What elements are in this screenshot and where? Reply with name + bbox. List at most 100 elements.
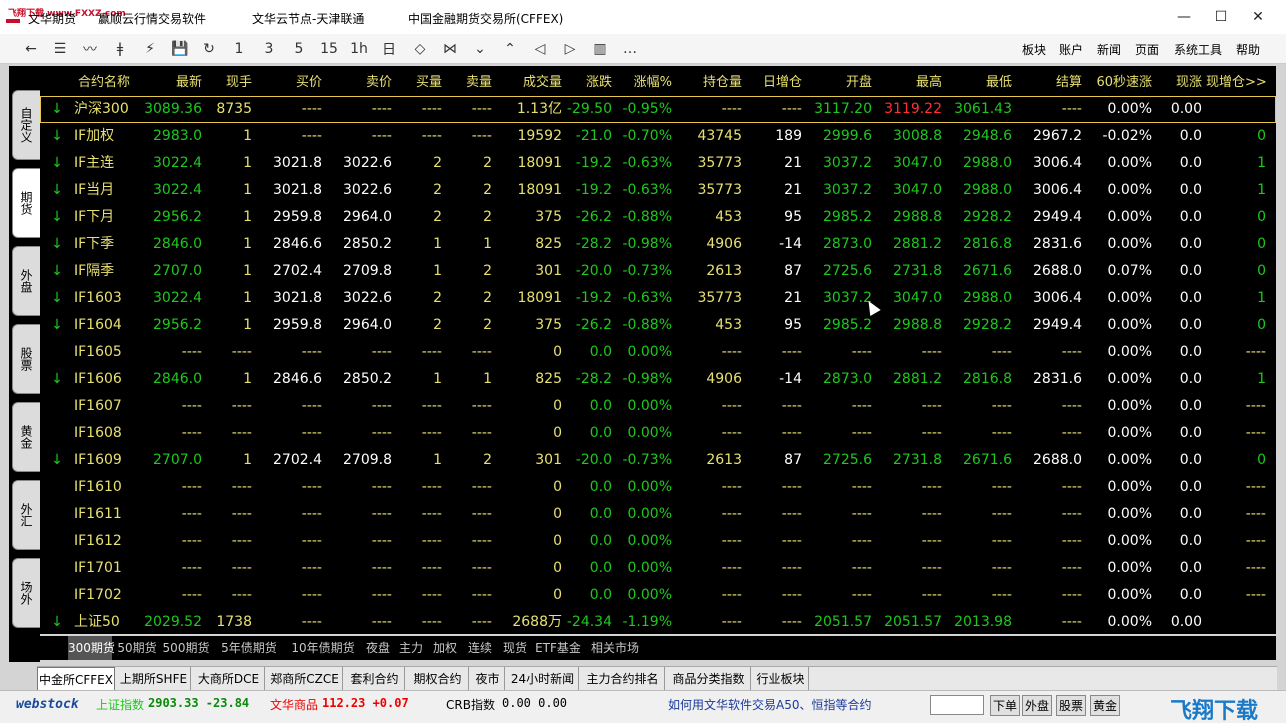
table-row[interactable]: ↓ IF1603 3022.4 1 3021.8 3022.6 2 2 18091 -19.2 -0… <box>40 285 1276 312</box>
foreign-button[interactable]: 外盘 <box>1022 695 1053 716</box>
sidetab-forex[interactable]: 外汇 <box>12 480 40 550</box>
col-header[interactable]: 买量 <box>396 69 442 96</box>
col-header[interactable]: 最低 <box>944 69 1012 96</box>
exchange-tab[interactable]: 主力合约排名 <box>581 667 665 691</box>
menu-tools[interactable]: 系统工具 <box>1174 41 1222 58</box>
period-3-button[interactable]: 3 <box>257 38 281 60</box>
col-header[interactable]: 60秒速涨 <box>1084 69 1152 96</box>
minimize-button[interactable]: — <box>1166 0 1202 34</box>
stock-button[interactable]: 股票 <box>1056 695 1087 716</box>
period-5-button[interactable]: 5 <box>287 38 311 60</box>
sidetab-stocks[interactable]: 股票 <box>12 324 40 394</box>
contract-tab[interactable]: 现货 <box>500 636 530 660</box>
arrow-right-icon[interactable]: ▷ <box>558 38 582 60</box>
quick-input[interactable] <box>930 695 984 715</box>
contract-tab[interactable]: 夜盘 <box>362 636 394 660</box>
contract-name[interactable]: IF加权 <box>74 123 130 150</box>
col-header[interactable]: 最高 <box>874 69 942 96</box>
arrow-left-icon[interactable]: ◁ <box>528 38 552 60</box>
period-1-button[interactable]: 1 <box>227 38 251 60</box>
exchange-tab[interactable]: 大商所DCE <box>193 667 265 691</box>
line-chart-icon[interactable]: 〰 <box>78 38 102 60</box>
exchange-tab[interactable]: 商品分类指数 <box>667 667 751 691</box>
zoom-in-icon[interactable]: ◇ <box>408 38 432 60</box>
contract-name[interactable]: 沪深300 <box>74 96 130 123</box>
menu-account[interactable]: 账户 <box>1059 41 1083 58</box>
contract-tab[interactable]: 500期货 <box>162 636 210 660</box>
contract-tab[interactable]: 10年债期货 <box>288 636 358 660</box>
menu-news[interactable]: 新闻 <box>1097 41 1121 58</box>
flash-order-icon[interactable]: ⚡ <box>138 38 162 60</box>
contract-tab[interactable]: 连续 <box>464 636 496 660</box>
table-row[interactable]: ↓ IF当月 3022.4 1 3021.8 3022.6 2 2 18091 -19.2 -0.6… <box>40 177 1276 204</box>
contract-name[interactable]: IF下月 <box>74 204 130 231</box>
more-icon[interactable]: … <box>618 38 642 60</box>
table-row[interactable]: IF1608 ---- ---- ---- ---- ---- ---- 0 0.0 0.00% -… <box>40 420 1276 447</box>
kline-icon[interactable]: ǂ <box>108 38 132 60</box>
exchange-tab[interactable]: 24小时新闻 <box>507 667 579 691</box>
table-row[interactable]: ↓ IF加权 2983.0 1 ---- ---- ---- ---- 19592 -21.0 -0… <box>40 123 1276 150</box>
news-ticker[interactable]: 如何用文华软件交易A50、恒指等合约 <box>668 696 871 713</box>
contract-name[interactable]: IF1611 <box>74 501 130 528</box>
contract-name[interactable]: IF主连 <box>74 150 130 177</box>
contract-name[interactable]: IF1609 <box>74 447 130 474</box>
sidetab-futures[interactable]: 期货 <box>12 168 40 238</box>
col-header[interactable]: 开盘 <box>804 69 872 96</box>
period-15-button[interactable]: 15 <box>317 38 341 60</box>
table-row[interactable]: IF1610 ---- ---- ---- ---- ---- ---- 0 0.0 0.00% -… <box>40 474 1276 501</box>
sidetab-otc[interactable]: 场外 <box>12 558 40 628</box>
table-row[interactable]: IF1701 ---- ---- ---- ---- ---- ---- 0 0.0 0.00% -… <box>40 555 1276 582</box>
contract-name[interactable]: IF1603 <box>74 285 130 312</box>
sidetab-foreign[interactable]: 外盘 <box>12 246 40 316</box>
col-header[interactable]: 买价 <box>254 69 322 96</box>
exchange-tab[interactable]: 套利合约 <box>345 667 405 691</box>
table-row[interactable]: IF1702 ---- ---- ---- ---- ---- ---- 0 0.0 0.00% -… <box>40 582 1276 609</box>
exchange-tab[interactable]: 中金所CFFEX <box>37 667 115 691</box>
contract-tab[interactable]: 5年债期货 <box>214 636 284 660</box>
contract-tab[interactable]: 加权 <box>430 636 460 660</box>
col-header[interactable]: 涨幅% <box>614 69 672 96</box>
contract-tab[interactable]: 主力 <box>396 636 426 660</box>
table-row[interactable]: IF1605 ---- ---- ---- ---- ---- ---- 0 0.0 0.00% -… <box>40 339 1276 366</box>
sidetab-custom[interactable]: 自定义 <box>12 90 40 160</box>
table-row[interactable]: ↓ IF主连 3022.4 1 3021.8 3022.6 2 2 18091 -19.2 -0.6… <box>40 150 1276 177</box>
table-row[interactable]: ↓ 沪深300 3089.36 8735 ---- ---- ---- ---- 1.13亿 -2… <box>40 96 1276 123</box>
contract-name[interactable]: IF1605 <box>74 339 130 366</box>
order-button[interactable]: 下单 <box>990 695 1021 716</box>
col-header[interactable]: 日增仓 <box>744 69 802 96</box>
table-row[interactable]: ↓ IF1609 2707.0 1 2702.4 2709.8 1 2 301 -20.0 -0.7… <box>40 447 1276 474</box>
contract-name[interactable]: IF1702 <box>74 582 130 609</box>
contract-name[interactable]: IF1604 <box>74 312 130 339</box>
back-icon[interactable]: ← <box>19 38 43 60</box>
refresh-icon[interactable]: ↻ <box>197 38 221 60</box>
col-header[interactable]: 持仓量 <box>674 69 742 96</box>
contract-name[interactable]: IF当月 <box>74 177 130 204</box>
col-header[interactable]: 现增仓>> <box>1206 69 1267 96</box>
period-1h-button[interactable]: 1h <box>347 38 371 60</box>
save-icon[interactable]: 💾 <box>168 38 192 60</box>
col-header[interactable]: 现手 <box>204 69 252 96</box>
contract-name[interactable]: 上证50 <box>74 609 130 634</box>
exchange-tab[interactable]: 夜市 <box>471 667 505 691</box>
contract-name[interactable]: IF隔季 <box>74 258 130 285</box>
col-header[interactable]: 最新 <box>132 69 202 96</box>
table-row[interactable]: ↓ IF1604 2956.2 1 2959.8 2964.0 2 2 375 -26.2 -0.8… <box>40 312 1276 339</box>
exchange-tab[interactable]: 期权合约 <box>407 667 469 691</box>
exchange-tab[interactable]: 行业板块 <box>753 667 809 691</box>
menu-sector[interactable]: 板块 <box>1022 41 1046 58</box>
table-row[interactable]: ↓ IF隔季 2707.0 1 2702.4 2709.8 1 2 301 -20.0 -0.73%… <box>40 258 1276 285</box>
col-header[interactable]: 现涨 <box>1154 69 1202 96</box>
chevron-down-icon[interactable]: ⌄ <box>468 38 492 60</box>
close-button[interactable]: ✕ <box>1240 0 1276 34</box>
contract-tab[interactable]: 相关市场 <box>586 636 644 660</box>
table-row[interactable]: IF1607 ---- ---- ---- ---- ---- ---- 0 0.0 0.00% -… <box>40 393 1276 420</box>
menu-help[interactable]: 帮助 <box>1236 41 1260 58</box>
col-header[interactable]: 合约名称 <box>50 69 130 96</box>
exchange-tab[interactable]: 上期所SHFE <box>117 667 191 691</box>
maximize-button[interactable]: ☐ <box>1203 0 1239 34</box>
col-header[interactable]: 卖量 <box>446 69 492 96</box>
contract-name[interactable]: IF1608 <box>74 420 130 447</box>
contract-name[interactable]: IF1612 <box>74 528 130 555</box>
table-row[interactable]: IF1612 ---- ---- ---- ---- ---- ---- 0 0.0 0.00% -… <box>40 528 1276 555</box>
col-header[interactable]: 涨跌 <box>564 69 612 96</box>
